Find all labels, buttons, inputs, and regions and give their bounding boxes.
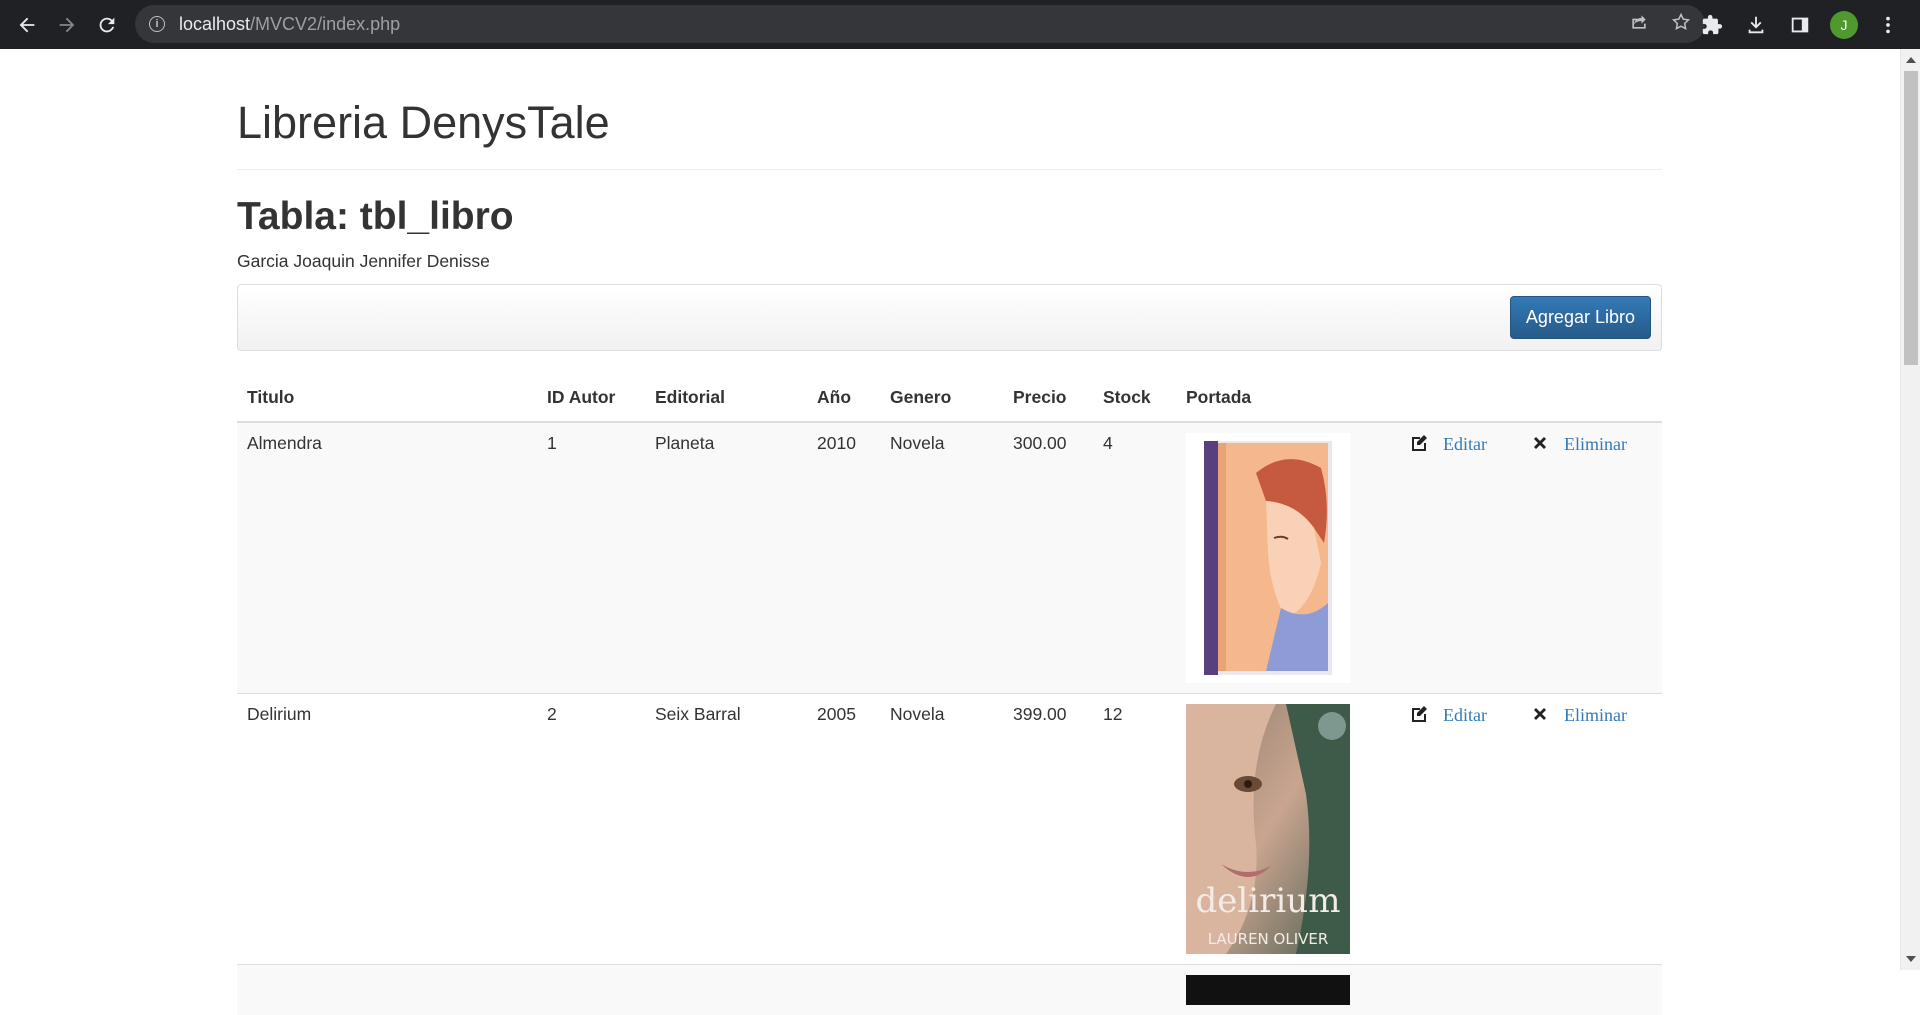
cell-genero: Novela <box>880 422 1003 694</box>
header-editorial: Editorial <box>645 372 807 422</box>
scroll-up-icon[interactable] <box>1906 57 1916 63</box>
table-header-row: Titulo ID Autor Editorial Año Genero Pre… <box>237 372 1662 422</box>
cell-titulo: Almendra <box>237 422 537 694</box>
books-table: Titulo ID Autor Editorial Año Genero Pre… <box>237 372 1662 1015</box>
cell-delete: Eliminar <box>1520 694 1662 965</box>
remove-icon[interactable] <box>1530 433 1550 453</box>
cell-anio: 2010 <box>807 422 880 694</box>
reload-icon[interactable] <box>87 5 127 45</box>
table-row: Delirium 2 Seix Barral 2005 Novela 399.0… <box>237 694 1662 965</box>
cell-stock: 12 <box>1093 694 1176 965</box>
edit-icon[interactable] <box>1409 704 1429 724</box>
profile-avatar[interactable]: J <box>1830 11 1858 39</box>
action-toolbar: Agregar Libro <box>237 284 1662 351</box>
table-row <box>237 965 1662 1015</box>
header-titulo: Titulo <box>237 372 537 422</box>
forward-icon[interactable] <box>47 5 87 45</box>
side-panel-icon[interactable] <box>1780 5 1820 45</box>
book-cover-image <box>1186 975 1350 1005</box>
header-genero: Genero <box>880 372 1003 422</box>
page-container: Libreria DenysTale Tabla: tbl_libro Garc… <box>237 49 1662 1015</box>
table-title: Tabla: tbl_libro <box>237 195 1662 239</box>
cell-titulo: Delirium <box>237 694 537 965</box>
address-bar[interactable]: i localhost/MVCV2/index.php <box>135 5 1705 43</box>
cell-delete: Eliminar <box>1520 422 1662 694</box>
delete-link[interactable]: Eliminar <box>1564 704 1627 726</box>
header-id-autor: ID Autor <box>537 372 645 422</box>
browser-toolbar: i localhost/MVCV2/index.php J <box>0 0 1920 49</box>
header-portada: Portada <box>1176 372 1399 422</box>
cell-portada: delirium LAUREN OLIVER <box>1176 694 1399 965</box>
profile-button[interactable]: J <box>1824 5 1864 45</box>
scrollbar-thumb[interactable] <box>1904 71 1918 365</box>
cell-stock: 4 <box>1093 422 1176 694</box>
cell-id-autor: 1 <box>537 422 645 694</box>
cell-genero: Novela <box>880 694 1003 965</box>
page-brand: Libreria DenysTale <box>237 98 1662 170</box>
page-scrollbar[interactable] <box>1900 49 1920 970</box>
edit-link[interactable]: Editar <box>1443 433 1487 455</box>
cover-author: LAUREN OLIVER <box>1208 930 1329 948</box>
download-icon[interactable] <box>1736 5 1776 45</box>
edit-icon[interactable] <box>1409 433 1429 453</box>
cover-title: delirium <box>1196 881 1341 921</box>
url-text[interactable]: localhost/MVCV2/index.php <box>179 14 400 35</box>
cell-precio: 399.00 <box>1003 694 1093 965</box>
cell-id-autor: 2 <box>537 694 645 965</box>
author-name: Garcia Joaquin Jennifer Denisse <box>237 250 1662 272</box>
header-precio: Precio <box>1003 372 1093 422</box>
site-info-icon[interactable]: i <box>149 16 165 32</box>
share-icon[interactable] <box>1629 12 1649 37</box>
table-row: Almendra 1 Planeta 2010 Novela 300.00 4 <box>237 422 1662 694</box>
more-menu-icon[interactable] <box>1868 5 1908 45</box>
cell-portada <box>1176 965 1399 1015</box>
header-delete <box>1520 372 1662 422</box>
delete-link[interactable]: Eliminar <box>1564 433 1627 455</box>
back-icon[interactable] <box>7 5 47 45</box>
book-cover-image: delirium LAUREN OLIVER <box>1186 704 1350 954</box>
remove-icon[interactable] <box>1530 704 1550 724</box>
scroll-down-icon[interactable] <box>1906 956 1916 962</box>
book-cover-image <box>1186 433 1350 683</box>
cell-editorial: Seix Barral <box>645 694 807 965</box>
cell-edit: Editar <box>1399 422 1520 694</box>
add-book-button[interactable]: Agregar Libro <box>1510 296 1651 339</box>
bookmark-star-icon[interactable] <box>1671 12 1691 37</box>
cell-precio: 300.00 <box>1003 422 1093 694</box>
header-anio: Año <box>807 372 880 422</box>
cell-editorial: Planeta <box>645 422 807 694</box>
url-path: /MVCV2/index.php <box>250 14 400 34</box>
header-edit <box>1399 372 1520 422</box>
cell-anio: 2005 <box>807 694 880 965</box>
cell-edit: Editar <box>1399 694 1520 965</box>
url-host: localhost <box>179 14 250 34</box>
extensions-icon[interactable] <box>1692 5 1732 45</box>
cell-portada <box>1176 422 1399 694</box>
header-stock: Stock <box>1093 372 1176 422</box>
edit-link[interactable]: Editar <box>1443 704 1487 726</box>
